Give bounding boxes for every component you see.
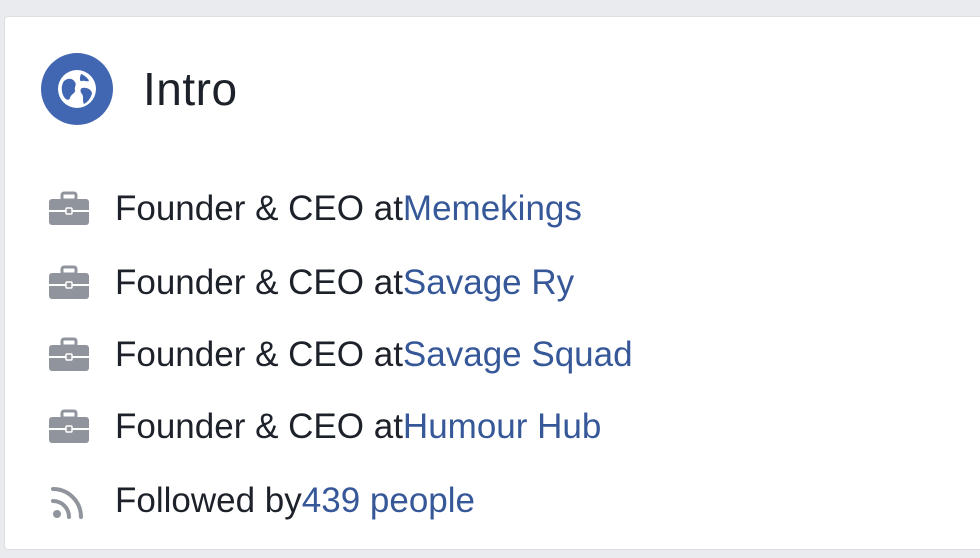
followers-link[interactable]: 439 people: [302, 481, 475, 521]
work-item-prefix: Founder & CEO at: [115, 263, 403, 302]
company-link-memekings[interactable]: Memekings: [403, 189, 582, 229]
work-item: Founder & CEO at Savage Squad: [45, 335, 633, 375]
work-item: Founder & CEO at Memekings: [45, 189, 582, 229]
company-link-savage-ry[interactable]: Savage Ry: [403, 263, 574, 303]
intro-title: Intro: [143, 63, 238, 115]
work-item-prefix: Founder & CEO at: [115, 407, 403, 446]
rss-feed-icon: [45, 481, 93, 521]
briefcase-icon: [45, 335, 93, 375]
work-item: Founder & CEO at Humour Hub: [45, 407, 601, 447]
work-item-prefix: Founder & CEO at: [115, 335, 403, 374]
globe-icon: [41, 53, 113, 125]
briefcase-icon: [45, 189, 93, 229]
work-item: Founder & CEO at Savage Ry: [45, 263, 574, 303]
intro-header: Intro: [41, 53, 238, 125]
intro-card: Intro Founder & CEO at Memekings Founder…: [4, 16, 980, 550]
briefcase-icon: [45, 407, 93, 447]
briefcase-icon: [45, 263, 93, 303]
work-item-prefix: Founder & CEO at: [115, 189, 403, 228]
company-link-humour-hub[interactable]: Humour Hub: [403, 407, 601, 447]
company-link-savage-squad[interactable]: Savage Squad: [403, 335, 633, 375]
followers-prefix: Followed by: [115, 481, 302, 520]
followers-item: Followed by 439 people: [45, 481, 475, 521]
